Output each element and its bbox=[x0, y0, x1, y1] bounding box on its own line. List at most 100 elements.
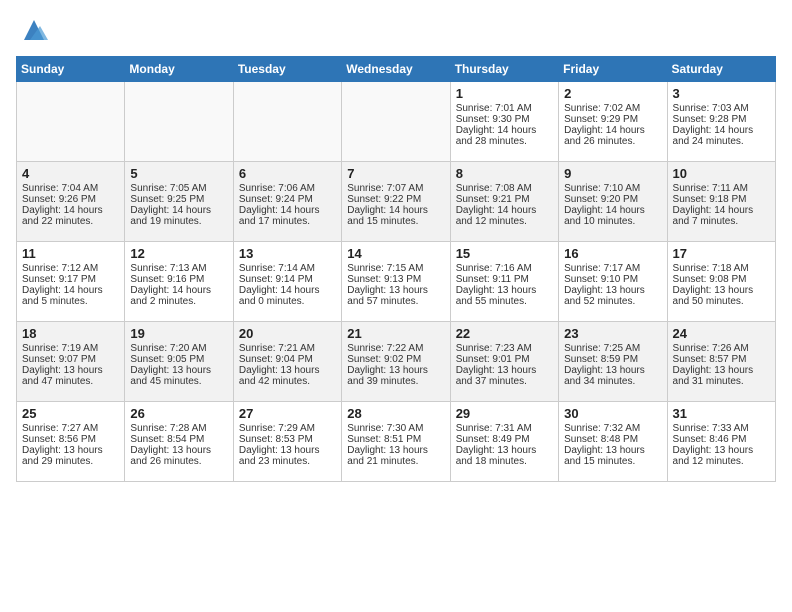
day-info-line: and 24 minutes. bbox=[673, 136, 770, 147]
logo bbox=[16, 16, 48, 44]
day-info-line: Daylight: 13 hours bbox=[456, 365, 553, 376]
day-number: 15 bbox=[456, 246, 553, 261]
day-info-line: and 5 minutes. bbox=[22, 296, 119, 307]
day-info-line: Daylight: 13 hours bbox=[347, 445, 444, 456]
day-info-line: Sunrise: 7:15 AM bbox=[347, 263, 444, 274]
day-number: 30 bbox=[564, 406, 661, 421]
calendar-week-row: 4Sunrise: 7:04 AMSunset: 9:26 PMDaylight… bbox=[17, 162, 776, 242]
day-info-line: and 29 minutes. bbox=[22, 456, 119, 467]
day-info-line: Daylight: 14 hours bbox=[239, 205, 336, 216]
day-info-line: Daylight: 14 hours bbox=[347, 205, 444, 216]
calendar-cell: 25Sunrise: 7:27 AMSunset: 8:56 PMDayligh… bbox=[17, 402, 125, 482]
day-info-line: Daylight: 13 hours bbox=[22, 365, 119, 376]
day-number: 2 bbox=[564, 86, 661, 101]
calendar-cell: 14Sunrise: 7:15 AMSunset: 9:13 PMDayligh… bbox=[342, 242, 450, 322]
day-info-line: Daylight: 14 hours bbox=[456, 205, 553, 216]
calendar-cell bbox=[342, 82, 450, 162]
day-info-line: Sunrise: 7:04 AM bbox=[22, 183, 119, 194]
day-info-line: Sunset: 9:26 PM bbox=[22, 194, 119, 205]
day-number: 13 bbox=[239, 246, 336, 261]
day-number: 21 bbox=[347, 326, 444, 341]
day-number: 3 bbox=[673, 86, 770, 101]
header-sunday: Sunday bbox=[17, 57, 125, 82]
calendar-cell: 16Sunrise: 7:17 AMSunset: 9:10 PMDayligh… bbox=[559, 242, 667, 322]
day-info-line: Sunset: 9:17 PM bbox=[22, 274, 119, 285]
day-info-line: and 50 minutes. bbox=[673, 296, 770, 307]
day-number: 23 bbox=[564, 326, 661, 341]
day-info-line: Sunrise: 7:31 AM bbox=[456, 423, 553, 434]
day-number: 9 bbox=[564, 166, 661, 181]
day-info-line: Sunrise: 7:12 AM bbox=[22, 263, 119, 274]
calendar-cell: 5Sunrise: 7:05 AMSunset: 9:25 PMDaylight… bbox=[125, 162, 233, 242]
day-info-line: and 55 minutes. bbox=[456, 296, 553, 307]
day-info-line: Sunrise: 7:11 AM bbox=[673, 183, 770, 194]
day-info-line: and 26 minutes. bbox=[130, 456, 227, 467]
day-info-line: and 15 minutes. bbox=[347, 216, 444, 227]
day-number: 12 bbox=[130, 246, 227, 261]
day-info-line: Sunset: 9:21 PM bbox=[456, 194, 553, 205]
day-info-line: Sunrise: 7:19 AM bbox=[22, 343, 119, 354]
day-info-line: Sunrise: 7:32 AM bbox=[564, 423, 661, 434]
day-info-line: Daylight: 13 hours bbox=[673, 445, 770, 456]
day-info-line: Daylight: 13 hours bbox=[239, 445, 336, 456]
day-number: 22 bbox=[456, 326, 553, 341]
day-info-line: Sunset: 8:54 PM bbox=[130, 434, 227, 445]
day-info-line: and 37 minutes. bbox=[456, 376, 553, 387]
day-info-line: Daylight: 14 hours bbox=[564, 125, 661, 136]
day-info-line: and 12 minutes. bbox=[456, 216, 553, 227]
logo-icon bbox=[20, 16, 48, 44]
calendar-cell: 4Sunrise: 7:04 AMSunset: 9:26 PMDaylight… bbox=[17, 162, 125, 242]
day-info-line: Sunset: 8:48 PM bbox=[564, 434, 661, 445]
day-number: 18 bbox=[22, 326, 119, 341]
day-info-line: Sunset: 9:05 PM bbox=[130, 354, 227, 365]
day-info-line: Sunset: 8:49 PM bbox=[456, 434, 553, 445]
day-number: 6 bbox=[239, 166, 336, 181]
day-info-line: Sunset: 9:24 PM bbox=[239, 194, 336, 205]
day-number: 8 bbox=[456, 166, 553, 181]
calendar-table: SundayMondayTuesdayWednesdayThursdayFrid… bbox=[16, 56, 776, 482]
calendar-cell: 26Sunrise: 7:28 AMSunset: 8:54 PMDayligh… bbox=[125, 402, 233, 482]
day-info-line: and 0 minutes. bbox=[239, 296, 336, 307]
day-number: 28 bbox=[347, 406, 444, 421]
day-info-line: Sunrise: 7:17 AM bbox=[564, 263, 661, 274]
day-info-line: and 45 minutes. bbox=[130, 376, 227, 387]
day-info-line: Sunset: 9:04 PM bbox=[239, 354, 336, 365]
day-info-line: Daylight: 14 hours bbox=[673, 205, 770, 216]
day-info-line: Sunset: 9:08 PM bbox=[673, 274, 770, 285]
calendar-cell: 10Sunrise: 7:11 AMSunset: 9:18 PMDayligh… bbox=[667, 162, 775, 242]
calendar-cell: 2Sunrise: 7:02 AMSunset: 9:29 PMDaylight… bbox=[559, 82, 667, 162]
day-number: 25 bbox=[22, 406, 119, 421]
day-info-line: Sunrise: 7:18 AM bbox=[673, 263, 770, 274]
day-info-line: Sunset: 9:28 PM bbox=[673, 114, 770, 125]
day-info-line: Sunset: 8:53 PM bbox=[239, 434, 336, 445]
day-info-line: Sunrise: 7:05 AM bbox=[130, 183, 227, 194]
day-info-line: Sunset: 9:25 PM bbox=[130, 194, 227, 205]
day-info-line: Sunrise: 7:10 AM bbox=[564, 183, 661, 194]
calendar-cell: 28Sunrise: 7:30 AMSunset: 8:51 PMDayligh… bbox=[342, 402, 450, 482]
day-info-line: Sunrise: 7:29 AM bbox=[239, 423, 336, 434]
calendar-week-row: 18Sunrise: 7:19 AMSunset: 9:07 PMDayligh… bbox=[17, 322, 776, 402]
calendar-cell: 9Sunrise: 7:10 AMSunset: 9:20 PMDaylight… bbox=[559, 162, 667, 242]
day-info-line: Sunrise: 7:22 AM bbox=[347, 343, 444, 354]
day-info-line: Sunset: 9:29 PM bbox=[564, 114, 661, 125]
day-info-line: and 2 minutes. bbox=[130, 296, 227, 307]
calendar-cell: 7Sunrise: 7:07 AMSunset: 9:22 PMDaylight… bbox=[342, 162, 450, 242]
day-info-line: Daylight: 13 hours bbox=[564, 365, 661, 376]
day-info-line: and 34 minutes. bbox=[564, 376, 661, 387]
day-info-line: Daylight: 13 hours bbox=[347, 365, 444, 376]
calendar-cell: 18Sunrise: 7:19 AMSunset: 9:07 PMDayligh… bbox=[17, 322, 125, 402]
calendar-cell: 21Sunrise: 7:22 AMSunset: 9:02 PMDayligh… bbox=[342, 322, 450, 402]
day-info-line: and 22 minutes. bbox=[22, 216, 119, 227]
calendar-cell: 1Sunrise: 7:01 AMSunset: 9:30 PMDaylight… bbox=[450, 82, 558, 162]
day-info-line: Sunrise: 7:26 AM bbox=[673, 343, 770, 354]
day-info-line: Sunrise: 7:25 AM bbox=[564, 343, 661, 354]
day-info-line: Sunrise: 7:20 AM bbox=[130, 343, 227, 354]
day-number: 7 bbox=[347, 166, 444, 181]
day-info-line: Sunset: 8:51 PM bbox=[347, 434, 444, 445]
day-number: 17 bbox=[673, 246, 770, 261]
day-info-line: Sunrise: 7:07 AM bbox=[347, 183, 444, 194]
day-info-line: Daylight: 13 hours bbox=[22, 445, 119, 456]
header-thursday: Thursday bbox=[450, 57, 558, 82]
day-number: 31 bbox=[673, 406, 770, 421]
day-info-line: and 52 minutes. bbox=[564, 296, 661, 307]
